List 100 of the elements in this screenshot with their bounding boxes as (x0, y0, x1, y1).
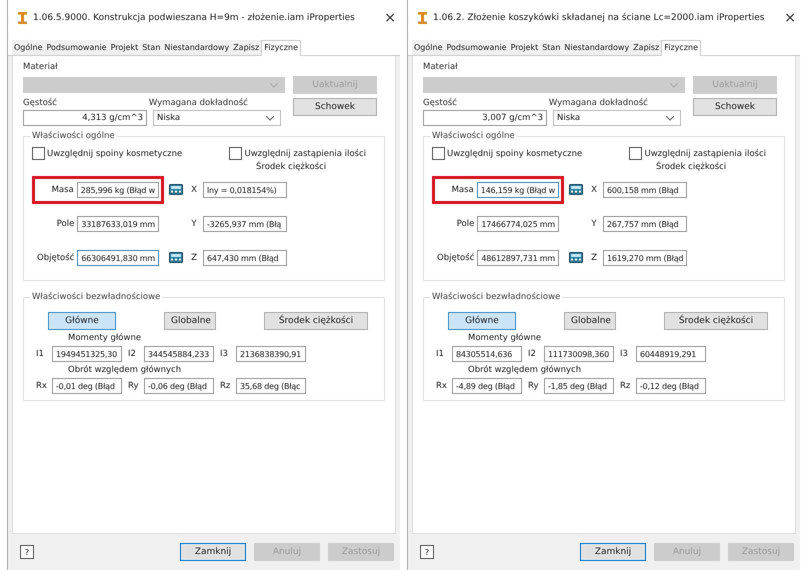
property-label: Pole (56, 219, 74, 229)
clipboard-button[interactable]: Schowek (693, 98, 777, 116)
group-title: Właściwości bezwładnościowe (430, 292, 562, 302)
rotation-label: Obrót względem głównych (468, 365, 582, 375)
checkbox[interactable] (432, 147, 445, 160)
rotation-field[interactable]: -0,06 deg (Błąd (144, 378, 214, 394)
property-field[interactable]: 146,159 kg (Błąd w (476, 182, 559, 198)
toggle-button[interactable]: Globalne (164, 312, 216, 330)
moments-label: Momenty główne (468, 333, 542, 343)
dialog-button[interactable]: Zamknij (180, 543, 246, 561)
material-label: Materiał (23, 62, 59, 72)
rotation-field[interactable]: -1,85 deg (Błąd (544, 378, 614, 394)
axis-label: Z (590, 253, 598, 263)
help-button[interactable]: ? (20, 545, 34, 559)
axis-label: Y (190, 219, 198, 229)
group-title: Właściwości bezwładnościowe (30, 292, 162, 302)
checkbox[interactable] (229, 147, 242, 160)
dialog-button[interactable]: Zamknij (580, 543, 646, 561)
center-field[interactable]: 267,757 mm (Błąd (603, 216, 687, 232)
density-field[interactable]: 3,007 g/cm^3 (423, 110, 547, 126)
tab[interactable]: Projekt (508, 40, 540, 55)
help-button[interactable]: ? (420, 545, 434, 559)
center-field[interactable]: 600,158 mm (Błąd (603, 182, 687, 198)
tab[interactable]: Podsumowanie (44, 40, 109, 55)
property-field[interactable]: 33187633,019 mm (77, 216, 159, 232)
toggle-button[interactable]: Środek ciężkości (664, 312, 768, 330)
tab[interactable]: Niestandardowy (162, 40, 232, 55)
checkbox[interactable] (629, 147, 642, 160)
property-field[interactable]: 48612897,731 mm (477, 250, 559, 266)
density-field[interactable]: 4,313 g/cm^3 (23, 110, 147, 126)
calculator-icon[interactable] (569, 184, 583, 195)
tab[interactable]: Ogólne (12, 40, 44, 55)
calculator-icon[interactable] (569, 252, 583, 263)
property-label: Pole (456, 219, 474, 229)
rotation-field[interactable]: -0,01 deg (Błąd (52, 378, 122, 394)
rotation-axis-label: Ry (528, 381, 540, 391)
toggle-button[interactable]: Główne (448, 312, 516, 330)
toggle-button[interactable]: Środek ciężkości (264, 312, 368, 330)
center-field[interactable]: -3265,937 mm (Błą (203, 216, 287, 232)
property-label: Masa (52, 185, 74, 195)
tab[interactable]: Stan (540, 40, 562, 55)
property-field[interactable]: 66306491,830 mm (77, 250, 159, 266)
rotation-label: Obrót względem głównych (68, 365, 182, 375)
group-title: Właściwości ogólne (430, 131, 517, 141)
center-label: Środek ciężkości (656, 162, 728, 172)
tab[interactable]: Zapisz (231, 40, 262, 55)
rotation-field[interactable]: -0,12 deg (Błąd (636, 378, 706, 394)
moment-label: I1 (436, 349, 445, 359)
tab[interactable]: Projekt (108, 40, 140, 55)
checkbox-label: Uwzględnij spoiny kosmetyczne (47, 148, 182, 158)
chevron-icon (266, 116, 274, 120)
chevron-icon (270, 82, 278, 88)
rotation-field[interactable]: -4,89 deg (Błąd (452, 378, 522, 394)
axis-label: X (190, 185, 198, 195)
property-field[interactable]: 285,996 kg (Błąd w (76, 182, 159, 198)
moment-field[interactable]: 60448919,291 (636, 346, 706, 362)
center-field[interactable]: 1619,270 mm (Błąd (603, 250, 688, 266)
tab[interactable]: Zapisz (631, 40, 662, 55)
moment-label: I2 (128, 349, 137, 359)
tab[interactable]: Ogólne (412, 40, 444, 55)
window-title: 1.06.5.9000. Konstrukcja podwieszana H=9m - złożenie.iam iProperties (33, 13, 356, 23)
toggle-button[interactable]: Globalne (564, 312, 616, 330)
accuracy-label: Wymagana dokładność (148, 98, 248, 108)
window-title: 1.06.2. Złożenie koszykówki składanej na ściane Lc=2000.iam iProperties (433, 13, 766, 23)
close-button[interactable]: × (780, 10, 800, 26)
rotation-field[interactable]: 35,68 deg (Błąc (236, 378, 306, 394)
tab[interactable]: Fizyczne (261, 40, 302, 56)
checkbox[interactable] (32, 147, 45, 160)
tab[interactable]: Niestandardowy (562, 40, 632, 55)
accuracy-label: Wymagana dokładność (548, 98, 648, 108)
material-label: Materiał (423, 62, 459, 72)
moment-field[interactable]: 1949451325,30 (52, 346, 122, 362)
center-label: Środek ciężkości (256, 162, 328, 172)
moment-label: I3 (220, 349, 229, 359)
center-field[interactable]: lny = 0,018154%) (203, 182, 287, 198)
app-icon (418, 12, 427, 24)
rotation-axis-label: Ry (128, 381, 140, 391)
center-field[interactable]: 647,430 mm (Błąd (203, 250, 287, 266)
calculator-icon[interactable] (169, 252, 183, 263)
tab[interactable]: Stan (140, 40, 162, 55)
accuracy-dropdown[interactable]: Niska (153, 110, 281, 126)
moment-field[interactable]: 84305514,636 (452, 346, 522, 362)
moment-label: I2 (528, 349, 537, 359)
moment-label: I1 (36, 349, 45, 359)
moment-field[interactable]: 111730098,360 (544, 346, 614, 362)
property-label: Objętość (437, 253, 474, 263)
toggle-button[interactable]: Główne (48, 312, 116, 330)
property-field[interactable]: 17466774,025 mm (477, 216, 559, 232)
tab[interactable]: Podsumowanie (444, 40, 509, 55)
moment-field[interactable]: 2136838390,91 (236, 346, 306, 362)
close-button[interactable]: × (380, 10, 400, 26)
clipboard-button[interactable]: Schowek (293, 98, 377, 116)
axis-label: Y (590, 219, 598, 229)
calculator-icon[interactable] (169, 184, 183, 195)
tab[interactable]: Fizyczne (661, 40, 702, 56)
rotation-axis-label: Rz (620, 381, 632, 391)
property-label: Objętość (37, 253, 74, 263)
moment-field[interactable]: 344545884,233 (144, 346, 214, 362)
rotation-axis-label: Rx (36, 381, 48, 391)
accuracy-dropdown[interactable]: Niska (553, 110, 681, 126)
